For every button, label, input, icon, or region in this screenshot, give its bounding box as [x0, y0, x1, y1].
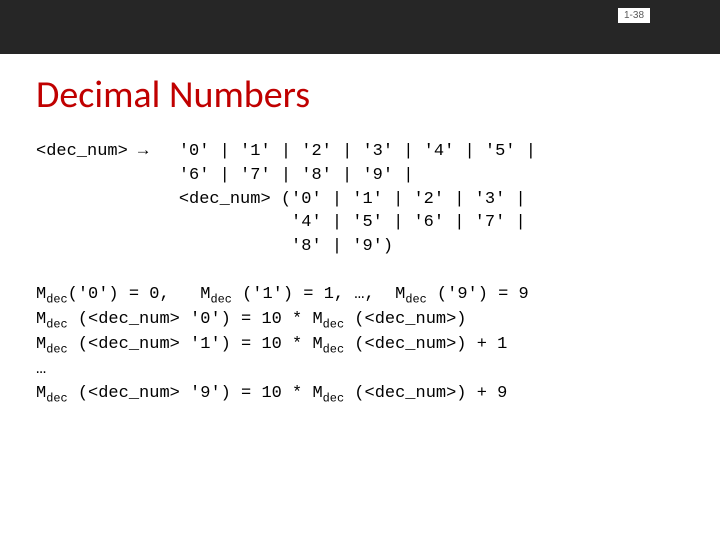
sem-line-2: Mdec (<dec_num> '0') = 10 * Mdec (<dec_n… [36, 310, 467, 329]
grammar-line-0: '0' | '1' | '2' | '3' | '4' | '5' | [179, 142, 536, 161]
sem-line-last: Mdec (<dec_num> '9') = 10 * Mdec (<dec_n… [36, 384, 507, 403]
grammar-arrow: → [138, 142, 148, 161]
slide-body: <dec_num> → '0' | '1' | '2' | '3' | '4' … [36, 140, 684, 407]
grammar-line-2: <dec_num> ('0' | '1' | '2' | '3' | [179, 190, 526, 209]
grammar-line-4: '8' | '9') [179, 237, 393, 256]
page-number: 1-38 [618, 8, 650, 23]
sem-line-1: Mdec('0') = 0, Mdec ('1') = 1, …, Mdec (… [36, 285, 529, 304]
grammar-line-3: '4' | '5' | '6' | '7' | [179, 213, 526, 232]
slide: 1-38 Decimal Numbers <dec_num> → '0' | '… [0, 0, 720, 540]
grammar-line-1: '6' | '7' | '8' | '9' | [179, 166, 414, 185]
sem-ellipsis: … [36, 360, 46, 379]
sem-line-3: Mdec (<dec_num> '1') = 10 * Mdec (<dec_n… [36, 335, 507, 354]
topbar [0, 0, 720, 54]
grammar-lhs: <dec_num> [36, 142, 128, 161]
slide-title: Decimal Numbers [36, 72, 310, 118]
